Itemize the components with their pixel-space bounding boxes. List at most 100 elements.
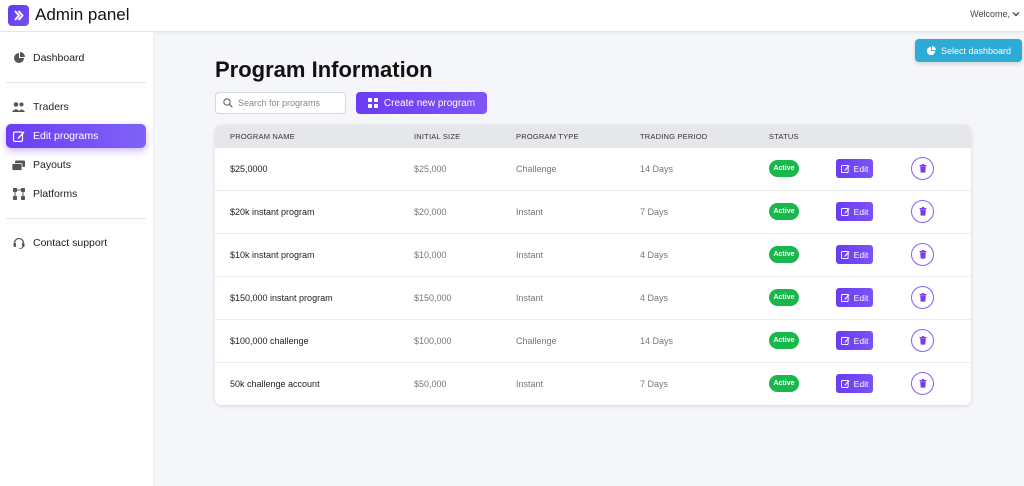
- edit-icon: [840, 294, 850, 302]
- search-input[interactable]: [238, 98, 338, 108]
- edit-label: Edit: [853, 292, 869, 303]
- edit-icon: [840, 165, 850, 173]
- pie-chart-icon: [12, 52, 25, 65]
- edit-icon: [840, 251, 850, 259]
- table-row: $150,000 instant program $150,000 Instant 4…: [215, 277, 971, 320]
- table-row: $100,000 challenge $100,000 Challenge 14 Da…: [215, 320, 971, 363]
- search-box[interactable]: [215, 92, 346, 114]
- logo-icon[interactable]: [8, 5, 29, 26]
- column-header-trading-period: TRADING PERIOD: [640, 132, 708, 141]
- sidebar-item-contact-support[interactable]: Contact support: [6, 231, 146, 255]
- trash-icon: [919, 336, 926, 345]
- trading-period-cell: 7 Days: [640, 379, 669, 389]
- trash-icon: [919, 250, 926, 259]
- edit-label: Edit: [853, 206, 869, 217]
- program-name-cell: 50k challenge account: [230, 379, 320, 389]
- status-badge: Active: [769, 375, 799, 392]
- initial-size-cell: $25,000: [414, 164, 447, 174]
- edit-label: Edit: [853, 163, 869, 174]
- program-name-cell: $150,000 instant program: [230, 293, 333, 303]
- edit-button[interactable]: Edit: [836, 331, 873, 350]
- trading-period-cell: 14 Days: [640, 164, 674, 174]
- users-icon: [12, 101, 25, 114]
- program-type-cell: Instant: [516, 293, 544, 303]
- column-header-program-name: PROGRAM NAME: [230, 132, 295, 141]
- delete-button[interactable]: [911, 243, 934, 266]
- app-title: Admin panel: [35, 5, 130, 24]
- select-dashboard-button[interactable]: Select dashboard: [915, 39, 1022, 62]
- select-dashboard-label: Select dashboard: [940, 45, 1012, 56]
- initial-size-cell: $20,000: [414, 207, 447, 217]
- sidebar-item-edit-programs[interactable]: Edit programs: [6, 124, 146, 148]
- program-name-cell: $100,000 challenge: [230, 336, 309, 346]
- sidebar-divider: [6, 218, 146, 219]
- program-type-cell: Challenge: [516, 336, 557, 346]
- payouts-icon: [12, 159, 25, 172]
- trash-icon: [919, 207, 926, 216]
- edit-button[interactable]: Edit: [836, 288, 873, 307]
- initial-size-cell: $150,000: [414, 293, 452, 303]
- column-header-status: STATUS: [769, 132, 799, 141]
- table-row: $10k instant program $10,000 Instant 4 Days…: [215, 234, 971, 277]
- sidebar-item-label: Dashboard: [33, 52, 85, 64]
- trading-period-cell: 4 Days: [640, 293, 669, 303]
- initial-size-cell: $100,000: [414, 336, 452, 346]
- edit-icon: [840, 208, 850, 216]
- initial-size-cell: $10,000: [414, 250, 447, 260]
- program-name-cell: $25,0000: [230, 164, 268, 174]
- create-new-program-button[interactable]: Create new program: [356, 92, 487, 114]
- sidebar-divider: [6, 82, 146, 83]
- trash-icon: [919, 164, 926, 173]
- status-badge: Active: [769, 160, 799, 177]
- delete-button[interactable]: [911, 329, 934, 352]
- delete-button[interactable]: [911, 200, 934, 223]
- edit-icon: [840, 380, 850, 388]
- program-name-cell: $20k instant program: [230, 207, 315, 217]
- sidebar-item-traders[interactable]: Traders: [6, 95, 146, 119]
- pie-chart-icon: [926, 45, 936, 55]
- edit-icon: [840, 337, 850, 345]
- welcome-menu[interactable]: Welcome,: [970, 9, 1020, 19]
- edit-label: Edit: [853, 249, 869, 260]
- trading-period-cell: 7 Days: [640, 207, 669, 217]
- trash-icon: [919, 379, 926, 388]
- edit-button[interactable]: Edit: [836, 374, 873, 393]
- sidebar-item-label: Contact support: [33, 237, 108, 249]
- edit-button[interactable]: Edit: [836, 159, 873, 178]
- column-header-initial-size: INITIAL SIZE: [414, 132, 461, 141]
- sidebar-item-label: Payouts: [33, 159, 71, 171]
- table-row: $25,0000 $25,000 Challenge 14 Days Active Edi…: [215, 148, 971, 191]
- program-type-cell: Challenge: [516, 164, 557, 174]
- edit-button[interactable]: Edit: [836, 245, 873, 264]
- sidebar-item-label: Edit programs: [33, 130, 99, 142]
- status-badge: Active: [769, 203, 799, 220]
- sidebar: Dashboard Traders Edit programs Payouts …: [0, 32, 154, 486]
- create-new-program-label: Create new program: [383, 97, 476, 109]
- status-badge: Active: [769, 332, 799, 349]
- table-row: $20k instant program $20,000 Instant 7 Days…: [215, 191, 971, 234]
- status-badge: Active: [769, 289, 799, 306]
- programs-table: PROGRAM NAME INITIAL SIZE PROGRAM TYPE T…: [215, 125, 971, 405]
- edit-icon: [12, 130, 25, 143]
- search-icon: [223, 98, 233, 108]
- column-header-program-type: PROGRAM TYPE: [516, 132, 579, 141]
- program-type-cell: Instant: [516, 379, 544, 389]
- grid-icon: [367, 98, 378, 108]
- sidebar-item-label: Traders: [33, 101, 69, 113]
- initial-size-cell: $50,000: [414, 379, 447, 389]
- sidebar-item-platforms[interactable]: Platforms: [6, 182, 146, 206]
- headset-icon: [12, 237, 25, 250]
- platforms-icon: [12, 188, 25, 201]
- program-type-cell: Instant: [516, 207, 544, 217]
- trash-icon: [919, 293, 926, 302]
- delete-button[interactable]: [911, 372, 934, 395]
- program-name-cell: $10k instant program: [230, 250, 315, 260]
- sidebar-item-dashboard[interactable]: Dashboard: [6, 46, 146, 70]
- status-badge: Active: [769, 246, 799, 263]
- welcome-label: Welcome,: [970, 9, 1010, 19]
- edit-button[interactable]: Edit: [836, 202, 873, 221]
- delete-button[interactable]: [911, 286, 934, 309]
- page-title: Program Information: [215, 57, 433, 82]
- sidebar-item-payouts[interactable]: Payouts: [6, 153, 146, 177]
- delete-button[interactable]: [911, 157, 934, 180]
